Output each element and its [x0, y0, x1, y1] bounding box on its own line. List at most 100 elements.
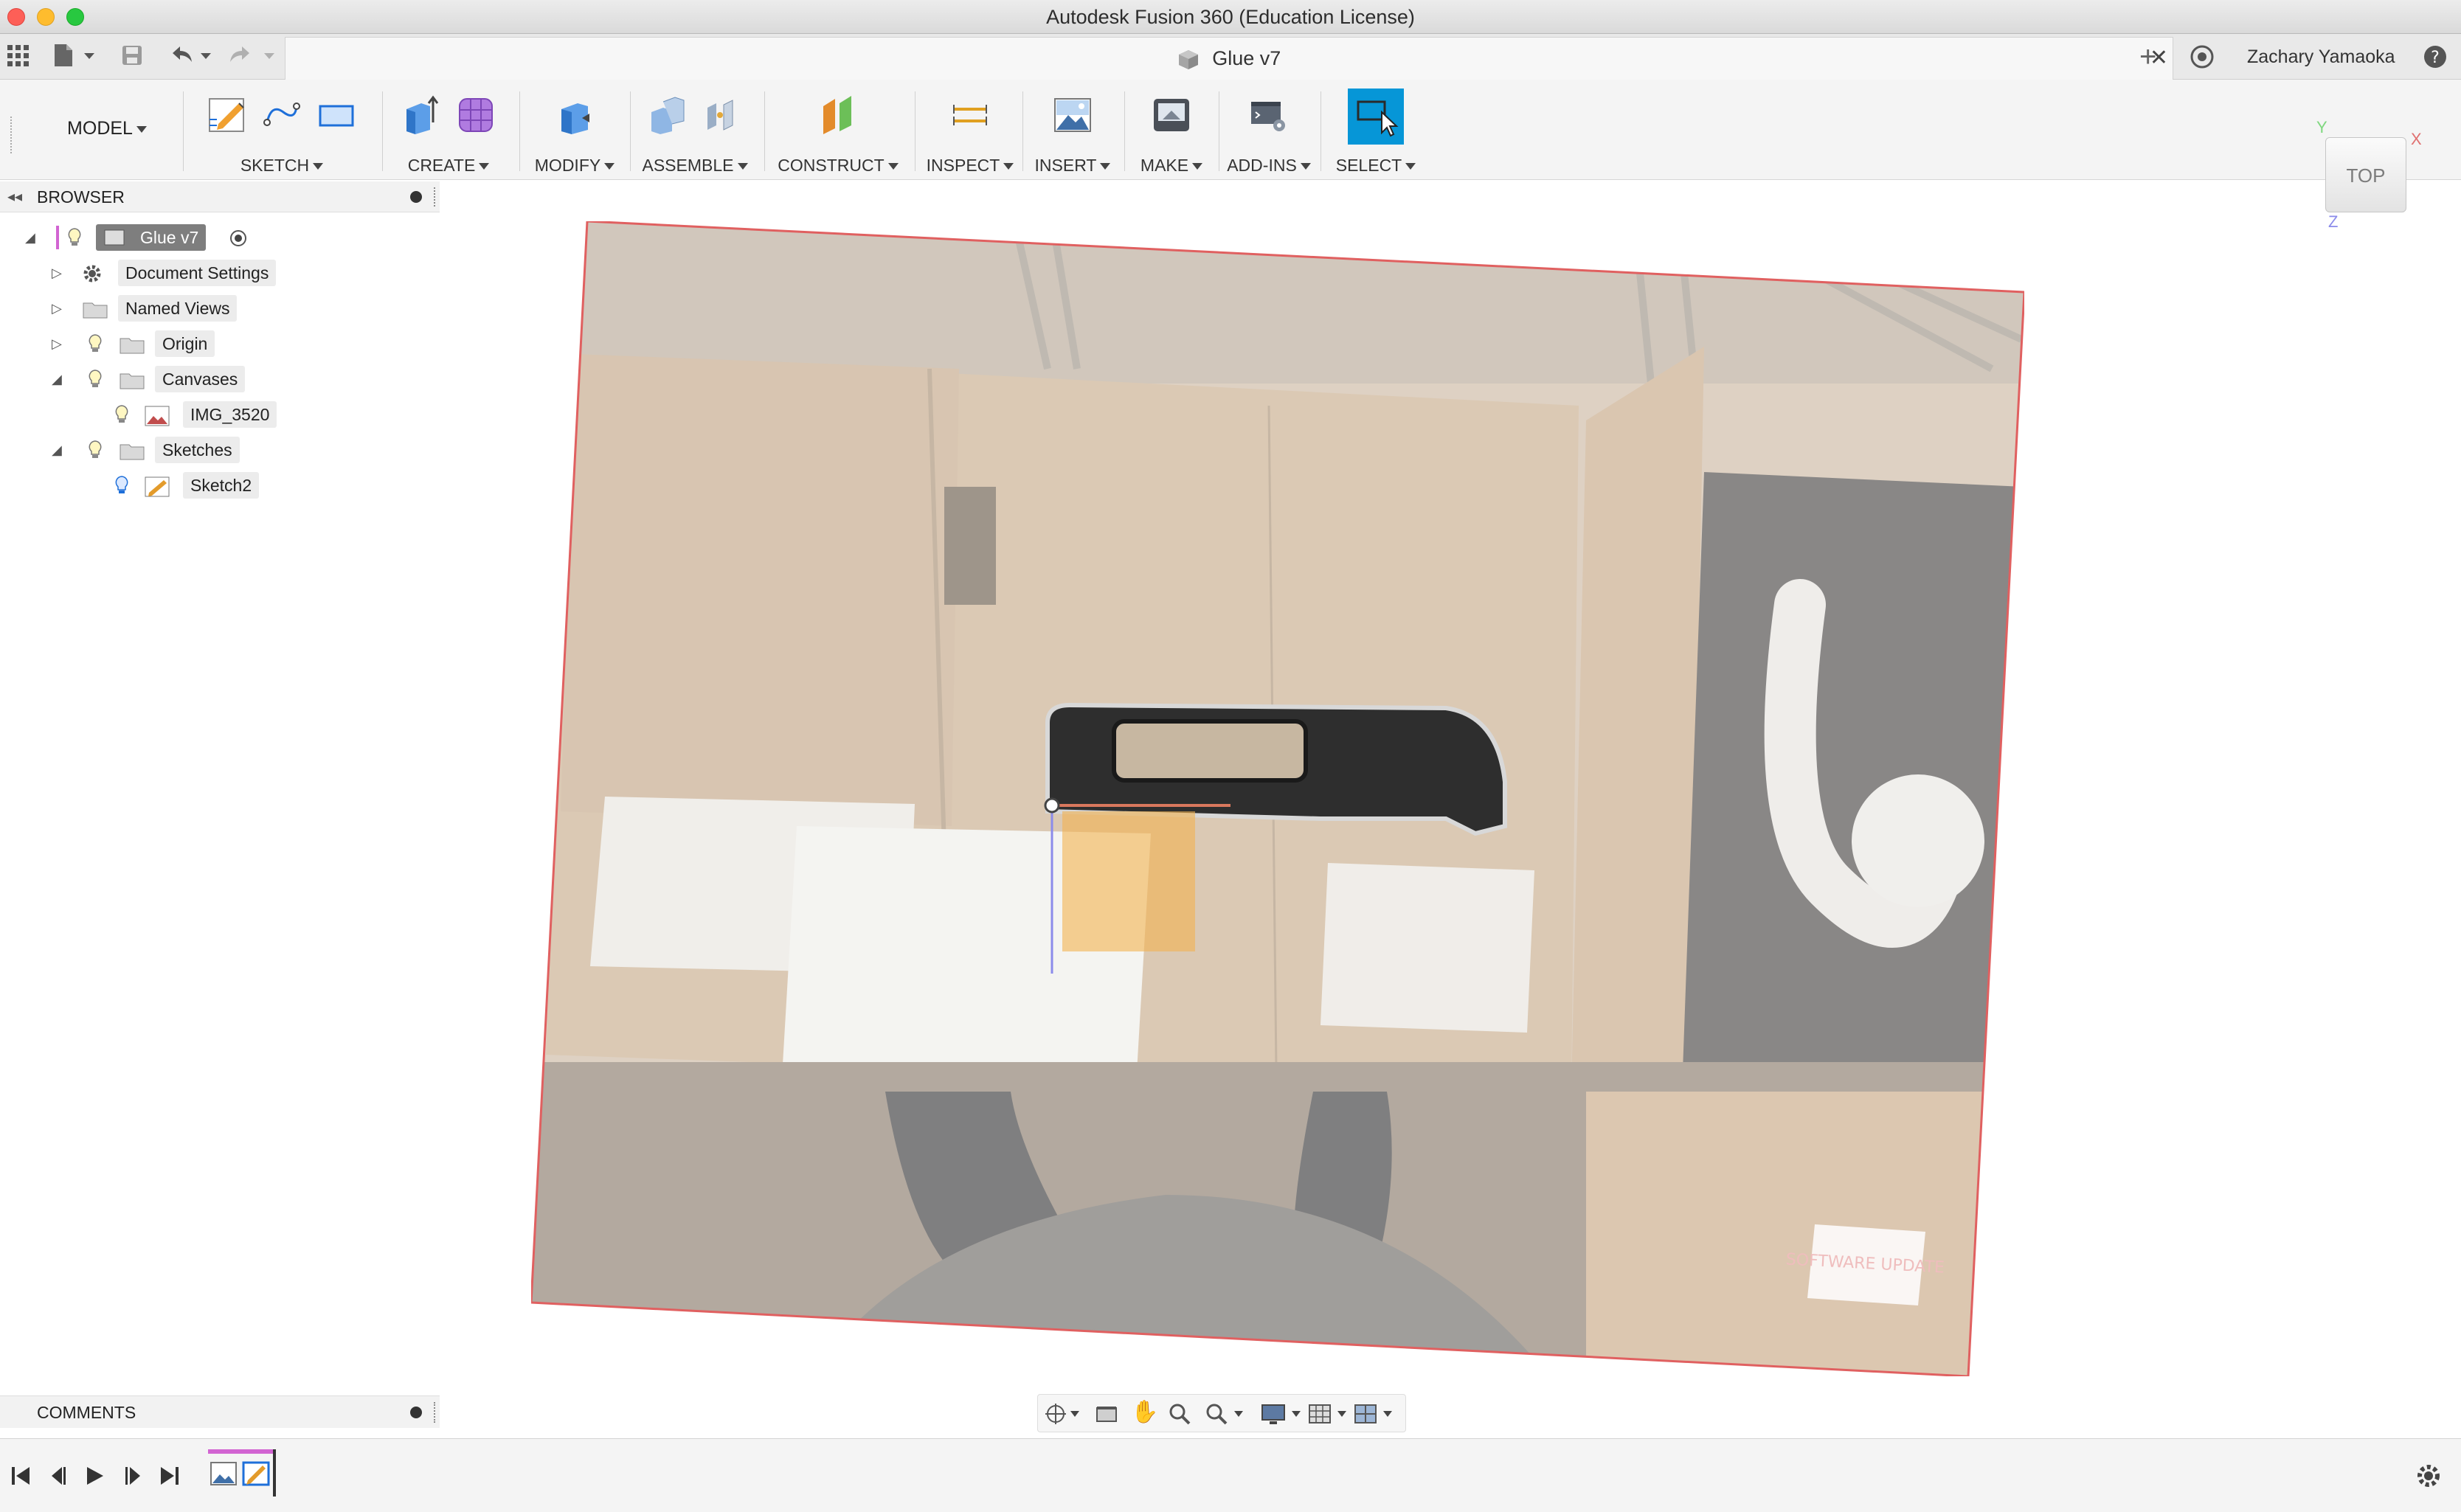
create-sketch-icon[interactable]: [205, 93, 249, 137]
zoom-window-button[interactable]: [66, 8, 84, 26]
tree-node-origin[interactable]: ▷ Origin: [0, 327, 310, 360]
select-tool-button[interactable]: [1348, 89, 1404, 145]
inspect-group[interactable]: INSPECT: [922, 87, 1018, 178]
tab-document[interactable]: Glue v7 ✕: [285, 37, 2173, 80]
joint-icon[interactable]: [700, 93, 744, 137]
new-component-icon[interactable]: [645, 93, 690, 137]
part-cutout: [1112, 719, 1308, 783]
job-status-icon[interactable]: [2190, 44, 2215, 69]
line-tool-icon[interactable]: [260, 93, 304, 137]
comments-header: COMMENTS: [0, 1395, 440, 1428]
gear-icon[interactable]: [2414, 1461, 2443, 1491]
model-viewport[interactable]: SOFTWARE UPDATE: [531, 221, 2024, 1376]
collapse-icon[interactable]: ◢: [52, 434, 66, 466]
browser-grip[interactable]: [434, 187, 436, 207]
user-name[interactable]: Zachary Yamaoka: [2247, 34, 2395, 80]
timeline-sketch-feature-icon[interactable]: [240, 1460, 274, 1489]
grid-settings-icon[interactable]: [1308, 1402, 1351, 1426]
tree-node-canvases[interactable]: ◢ Canvases: [0, 363, 310, 395]
chevron-down-icon: [479, 163, 490, 170]
chevron-down-icon: [1300, 163, 1311, 170]
comments-title: COMMENTS: [37, 1403, 136, 1422]
collapse-icon[interactable]: ◢: [52, 363, 66, 395]
visibility-bulb-icon[interactable]: [114, 404, 130, 425]
tree-node-root[interactable]: ◢ Glue v7: [0, 221, 295, 254]
file-icon[interactable]: [53, 43, 96, 69]
select-group[interactable]: SELECT: [1334, 87, 1418, 178]
fit-icon[interactable]: [1205, 1402, 1247, 1426]
assemble-group[interactable]: ASSEMBLE: [634, 87, 755, 178]
toolbar-grip[interactable]: [10, 117, 13, 153]
collapse-browser-icon[interactable]: ◂◂: [7, 181, 22, 212]
play-icon[interactable]: [87, 1467, 103, 1485]
visibility-bulb-icon[interactable]: [87, 333, 103, 354]
viewports-icon[interactable]: [1354, 1402, 1398, 1426]
tree-node-named-views[interactable]: ▷ Named Views: [0, 292, 310, 325]
chevron-down-icon: [887, 163, 899, 170]
insert-image-icon[interactable]: [1050, 93, 1095, 137]
chevron-down-icon: [604, 163, 615, 170]
expand-icon[interactable]: ▷: [52, 292, 66, 325]
comments-add-icon[interactable]: [410, 1407, 422, 1418]
named-views-label: Named Views: [118, 295, 238, 322]
tree-node-document-settings[interactable]: ▷ Document Settings: [0, 257, 310, 289]
visibility-bulb-icon[interactable]: [114, 475, 130, 496]
addins-group[interactable]: ADD-INS: [1223, 87, 1315, 178]
undo-icon[interactable]: [168, 44, 217, 68]
extrude-icon[interactable]: [399, 93, 443, 137]
comments-grip[interactable]: [434, 1402, 436, 1423]
help-icon[interactable]: ?: [2423, 44, 2448, 69]
sketch-origin[interactable]: [1044, 797, 1060, 814]
skip-to-end-icon[interactable]: [161, 1467, 179, 1485]
press-pull-icon[interactable]: [553, 93, 597, 137]
canvas-image-label: IMG_3520: [183, 401, 277, 428]
create-group[interactable]: CREATE: [390, 87, 508, 178]
scripts-addins-icon[interactable]: [1247, 93, 1291, 137]
tree-node-sketches[interactable]: ◢ Sketches: [0, 434, 310, 466]
offset-plane-icon[interactable]: [816, 93, 860, 137]
timeline-marker[interactable]: [273, 1449, 276, 1497]
viewcube[interactable]: TOP: [2325, 137, 2406, 212]
rectangle-tool-icon[interactable]: [314, 93, 359, 137]
folder-icon: [83, 302, 108, 319]
3d-print-icon[interactable]: [1149, 93, 1194, 137]
orbit-icon[interactable]: [1044, 1402, 1081, 1426]
workspace-switcher[interactable]: MODEL: [44, 112, 170, 145]
skip-to-start-icon[interactable]: [12, 1467, 30, 1485]
new-tab-icon[interactable]: +: [2139, 40, 2156, 74]
close-window-button[interactable]: [7, 8, 25, 26]
minimize-window-button[interactable]: [37, 8, 55, 26]
step-forward-icon[interactable]: [125, 1467, 140, 1485]
expand-icon[interactable]: ▷: [52, 327, 66, 360]
visibility-bulb-icon[interactable]: [87, 440, 103, 460]
form-icon[interactable]: [454, 93, 498, 137]
expand-root-icon[interactable]: ◢: [25, 221, 40, 254]
pan-icon[interactable]: ✋: [1131, 1399, 1158, 1425]
display-settings-icon[interactable]: [1261, 1402, 1305, 1426]
browser-title: BROWSER: [37, 187, 125, 207]
zoom-icon[interactable]: [1168, 1402, 1191, 1426]
visibility-bulb-icon[interactable]: [87, 369, 103, 389]
measure-icon[interactable]: [948, 93, 992, 137]
make-group[interactable]: MAKE: [1129, 87, 1214, 178]
activate-radio-icon[interactable]: [229, 229, 248, 248]
step-back-icon[interactable]: [52, 1467, 66, 1485]
timeline-canvas-feature-icon[interactable]: [208, 1460, 242, 1489]
tree-node-canvas-image[interactable]: IMG_3520: [0, 398, 310, 431]
browser-minimize-icon[interactable]: [410, 191, 422, 203]
insert-group[interactable]: INSERT: [1027, 87, 1118, 178]
sketch-group[interactable]: SKETCH: [193, 87, 370, 178]
navigation-bar: ✋: [1037, 1394, 1406, 1432]
tree-node-sketch[interactable]: Sketch2: [0, 469, 310, 502]
modify-group[interactable]: MODIFY: [527, 87, 623, 178]
make-group-label: MAKE: [1140, 156, 1189, 175]
visibility-bulb-icon[interactable]: [66, 227, 83, 248]
chevron-down-icon: [1100, 163, 1111, 170]
construct-group[interactable]: CONSTRUCT: [772, 87, 904, 178]
app-grid-icon[interactable]: [7, 45, 30, 67]
save-icon[interactable]: [121, 44, 143, 66]
expand-icon[interactable]: ▷: [52, 257, 66, 289]
redo-icon[interactable]: [226, 44, 279, 68]
folder-icon: [120, 444, 145, 460]
look-at-icon[interactable]: [1094, 1402, 1119, 1426]
